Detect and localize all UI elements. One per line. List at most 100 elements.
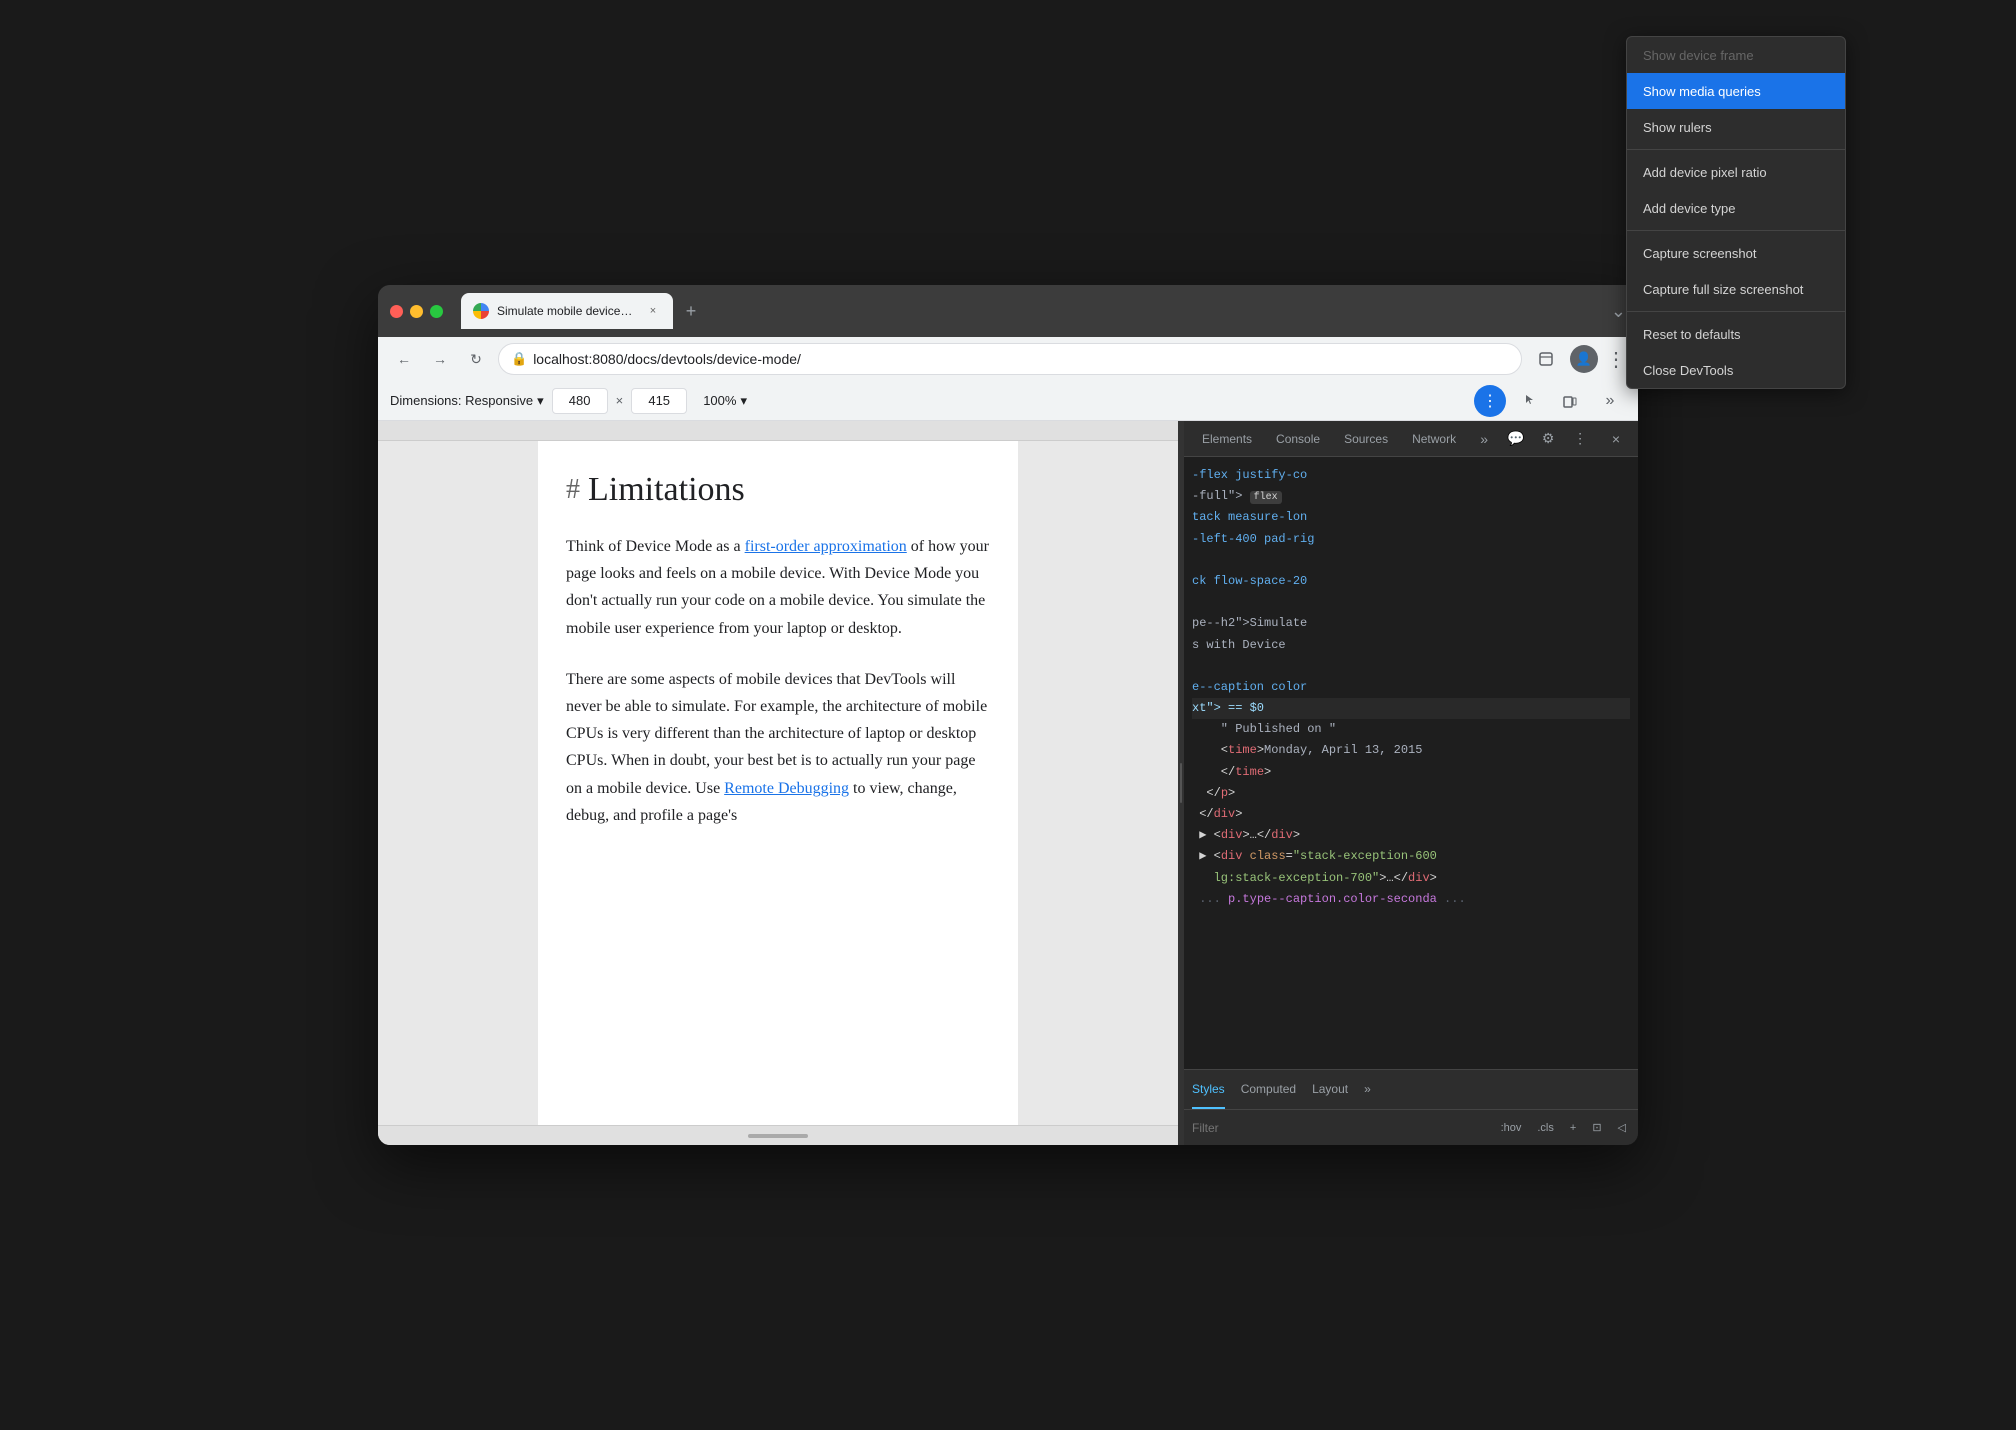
- back-button[interactable]: ←: [390, 345, 418, 373]
- dimensions-select[interactable]: Dimensions: Responsive ▾: [390, 393, 544, 409]
- sources-panel-tab[interactable]: Sources: [1334, 425, 1398, 453]
- address-bar: ← → ↻ 🔒 localhost:8080/docs/devtools/dev…: [378, 337, 1638, 381]
- dimensions-arrow-icon: ▾: [537, 393, 544, 409]
- page-paragraph-1: Think of Device Mode as a first-order ap…: [566, 533, 990, 642]
- selected-html-line: xt"> == $0: [1192, 698, 1630, 719]
- tab-close-button[interactable]: ×: [645, 303, 661, 319]
- style-icon-2[interactable]: ◁: [1614, 1119, 1630, 1136]
- computed-tab[interactable]: Computed: [1241, 1070, 1296, 1109]
- html-line: [1192, 656, 1630, 677]
- elements-panel-tab[interactable]: Elements: [1192, 425, 1262, 453]
- refresh-button[interactable]: ↻: [462, 345, 490, 373]
- tab-bar: Simulate mobile devices with D × + ⌄: [461, 293, 1626, 329]
- html-line: tack measure-lon: [1192, 507, 1630, 528]
- tab-menu-button[interactable]: ⌄: [1611, 301, 1626, 322]
- active-tab[interactable]: Simulate mobile devices with D ×: [461, 293, 673, 329]
- three-dots-icon: ⋮: [1482, 391, 1498, 411]
- inspect-button[interactable]: [1514, 385, 1546, 417]
- html-line: </p>: [1192, 783, 1630, 804]
- ruler-top: [378, 421, 1178, 441]
- console-panel-tab[interactable]: Console: [1266, 425, 1330, 453]
- tab-title: Simulate mobile devices with D: [497, 304, 637, 318]
- html-line: ▶ <div>…</div>: [1192, 825, 1630, 846]
- more-options-button[interactable]: ⋮: [1474, 385, 1506, 417]
- computed-tab-label: Computed: [1241, 1082, 1296, 1096]
- close-devtools-button[interactable]: ×: [1602, 425, 1630, 453]
- html-line: lg:stack-exception-700">…</div>: [1192, 868, 1630, 889]
- page-paragraph-2: There are some aspects of mobile devices…: [566, 666, 990, 829]
- layout-tab-label: Layout: [1312, 1082, 1348, 1096]
- html-line: [1192, 550, 1630, 571]
- more-tabs-button[interactable]: »: [1364, 1070, 1371, 1109]
- html-line: </time>: [1192, 762, 1630, 783]
- width-input[interactable]: [552, 388, 608, 414]
- url-bar[interactable]: 🔒 localhost:8080/docs/devtools/device-mo…: [498, 343, 1522, 375]
- style-icon-1[interactable]: ⊡: [1588, 1119, 1605, 1136]
- scroll-handle: [748, 1134, 808, 1138]
- main-area: # Limitations Think of Device Mode as a …: [378, 421, 1638, 1145]
- filter-input[interactable]: [1192, 1116, 1489, 1140]
- more-tools-button[interactable]: »: [1594, 385, 1626, 417]
- first-order-approximation-link[interactable]: first-order approximation: [745, 538, 907, 555]
- page-frame: # Limitations Think of Device Mode as a …: [538, 441, 1018, 1125]
- devtools-responsive-toolbar: Dimensions: Responsive ▾ × 100% ▾ ⋮ »: [378, 381, 1638, 421]
- scroll-indicator: [378, 1125, 1178, 1145]
- heading-hash: #: [566, 474, 580, 506]
- add-style-button[interactable]: +: [1566, 1120, 1580, 1136]
- remote-debugging-link[interactable]: Remote Debugging: [724, 780, 849, 797]
- styles-tabs-bar: Styles Computed Layout »: [1184, 1069, 1638, 1109]
- tab-search-button[interactable]: [1530, 343, 1562, 375]
- menu-item-close-devtools[interactable]: Close DevTools: [1627, 352, 1638, 388]
- html-line: ... p.type--caption.color-seconda ...: [1192, 889, 1630, 910]
- hov-filter-button[interactable]: :hov: [1497, 1120, 1526, 1136]
- height-input[interactable]: [631, 388, 687, 414]
- chat-panel-button[interactable]: 💬: [1502, 425, 1530, 453]
- menu-divider-3: [1627, 311, 1638, 312]
- device-mode-button[interactable]: [1554, 385, 1586, 417]
- forward-button[interactable]: →: [426, 345, 454, 373]
- html-line: [1192, 592, 1630, 613]
- html-line: -full"> flex: [1192, 486, 1630, 507]
- zoom-select[interactable]: 100% ▾: [703, 393, 747, 409]
- html-line: pe--h2">Simulate: [1192, 613, 1630, 634]
- devtools-panel: Elements Console Sources Network » 💬 ⚙ ⋮…: [1184, 421, 1638, 1145]
- html-line: <time>Monday, April 13, 2015: [1192, 740, 1630, 761]
- more-panels-button[interactable]: »: [1470, 425, 1498, 453]
- cls-filter-button[interactable]: .cls: [1533, 1120, 1558, 1136]
- more-tabs-icon: »: [1364, 1082, 1371, 1096]
- more-devtools-button[interactable]: ⋮: [1566, 425, 1594, 453]
- close-window-button[interactable]: [390, 305, 403, 318]
- title-bar: Simulate mobile devices with D × + ⌄: [378, 285, 1638, 337]
- html-line: s with Device: [1192, 635, 1630, 656]
- html-line: e--caption color: [1192, 677, 1630, 698]
- menu-item-reset-to-defaults[interactable]: Reset to defaults: [1627, 316, 1638, 352]
- html-line: " Published on ": [1192, 719, 1630, 740]
- dimensions-label: Dimensions: Responsive: [390, 393, 533, 408]
- lock-icon: 🔒: [511, 351, 527, 367]
- new-tab-button[interactable]: +: [677, 297, 705, 325]
- html-line: ▶ <div class="stack-exception-600: [1192, 846, 1630, 867]
- html-line: -left-400 pad-rig: [1192, 529, 1630, 550]
- layout-tab[interactable]: Layout: [1312, 1070, 1348, 1109]
- minimize-window-button[interactable]: [410, 305, 423, 318]
- styles-tab-label: Styles: [1192, 1082, 1225, 1096]
- tab-favicon: [473, 303, 489, 319]
- network-panel-tab[interactable]: Network: [1402, 425, 1466, 453]
- maximize-window-button[interactable]: [430, 305, 443, 318]
- profile-button[interactable]: 👤: [1570, 345, 1598, 373]
- html-line: -flex justify-co: [1192, 465, 1630, 486]
- browser-window: Simulate mobile devices with D × + ⌄ ← →…: [378, 285, 1638, 1145]
- styles-tab[interactable]: Styles: [1192, 1070, 1225, 1109]
- html-line: ck flow-space-20: [1192, 571, 1630, 592]
- dimension-cross: ×: [616, 393, 624, 408]
- zoom-arrow-icon: ▾: [740, 393, 747, 409]
- page-title: Limitations: [588, 471, 745, 509]
- context-menu: Show device frame Show media queries Sho…: [1626, 285, 1638, 389]
- browser-menu-button[interactable]: ⋮: [1606, 347, 1626, 372]
- resize-handle-visual: [1180, 763, 1182, 803]
- menu-item-capture-full-screenshot[interactable]: Capture full size screenshot: [1627, 285, 1638, 307]
- zoom-label: 100%: [703, 393, 736, 408]
- profile-icon: 👤: [1576, 351, 1592, 367]
- settings-button[interactable]: ⚙: [1534, 425, 1562, 453]
- page-heading: # Limitations: [566, 471, 990, 509]
